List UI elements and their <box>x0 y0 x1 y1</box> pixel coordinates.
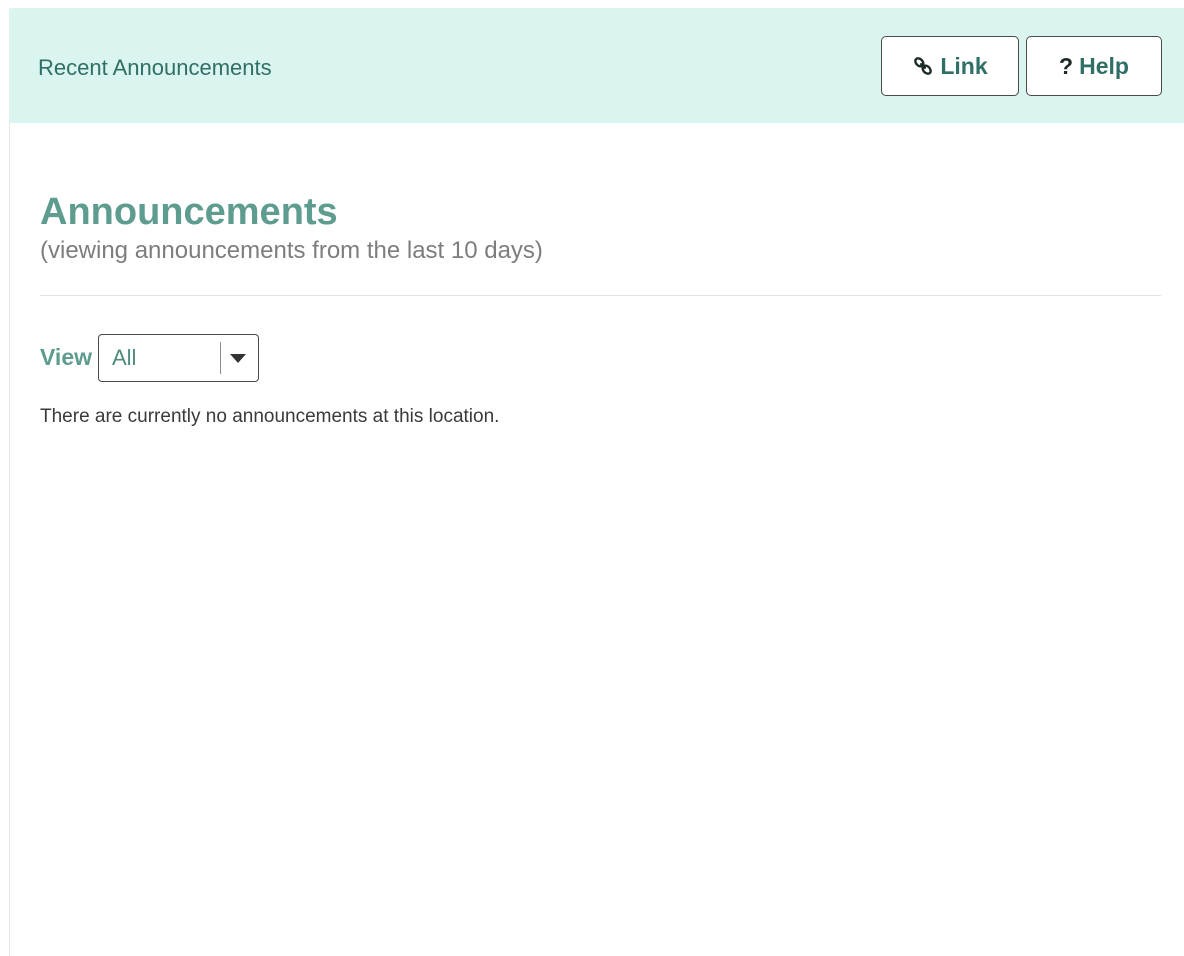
divider <box>40 295 1161 296</box>
question-icon: ? <box>1059 52 1074 79</box>
empty-state-message: There are currently no announcements at … <box>40 406 500 427</box>
header-bar: Recent Announcements Link ? Help <box>9 8 1184 123</box>
link-icon <box>912 55 934 77</box>
view-select[interactable]: All <box>98 333 259 382</box>
page-subtitle: (viewing announcements from the last 10 … <box>40 237 543 264</box>
left-border <box>9 8 10 956</box>
help-button-label: Help <box>1079 52 1129 79</box>
link-button-label: Link <box>940 52 988 79</box>
caret-down-icon[interactable] <box>230 353 246 363</box>
header-title: Recent Announcements <box>38 55 272 80</box>
help-button[interactable]: ? Help <box>1026 36 1162 96</box>
view-filter: View All <box>40 333 259 382</box>
page-heading: Announcements (viewing announcements fro… <box>40 190 1161 266</box>
view-label: View <box>40 344 92 370</box>
select-separator <box>220 341 221 374</box>
page-title: Announcements <box>40 191 338 233</box>
page: Recent Announcements Link ? Help Announc… <box>0 0 1184 956</box>
link-button[interactable]: Link <box>881 36 1019 96</box>
view-select-value: All <box>112 344 137 370</box>
